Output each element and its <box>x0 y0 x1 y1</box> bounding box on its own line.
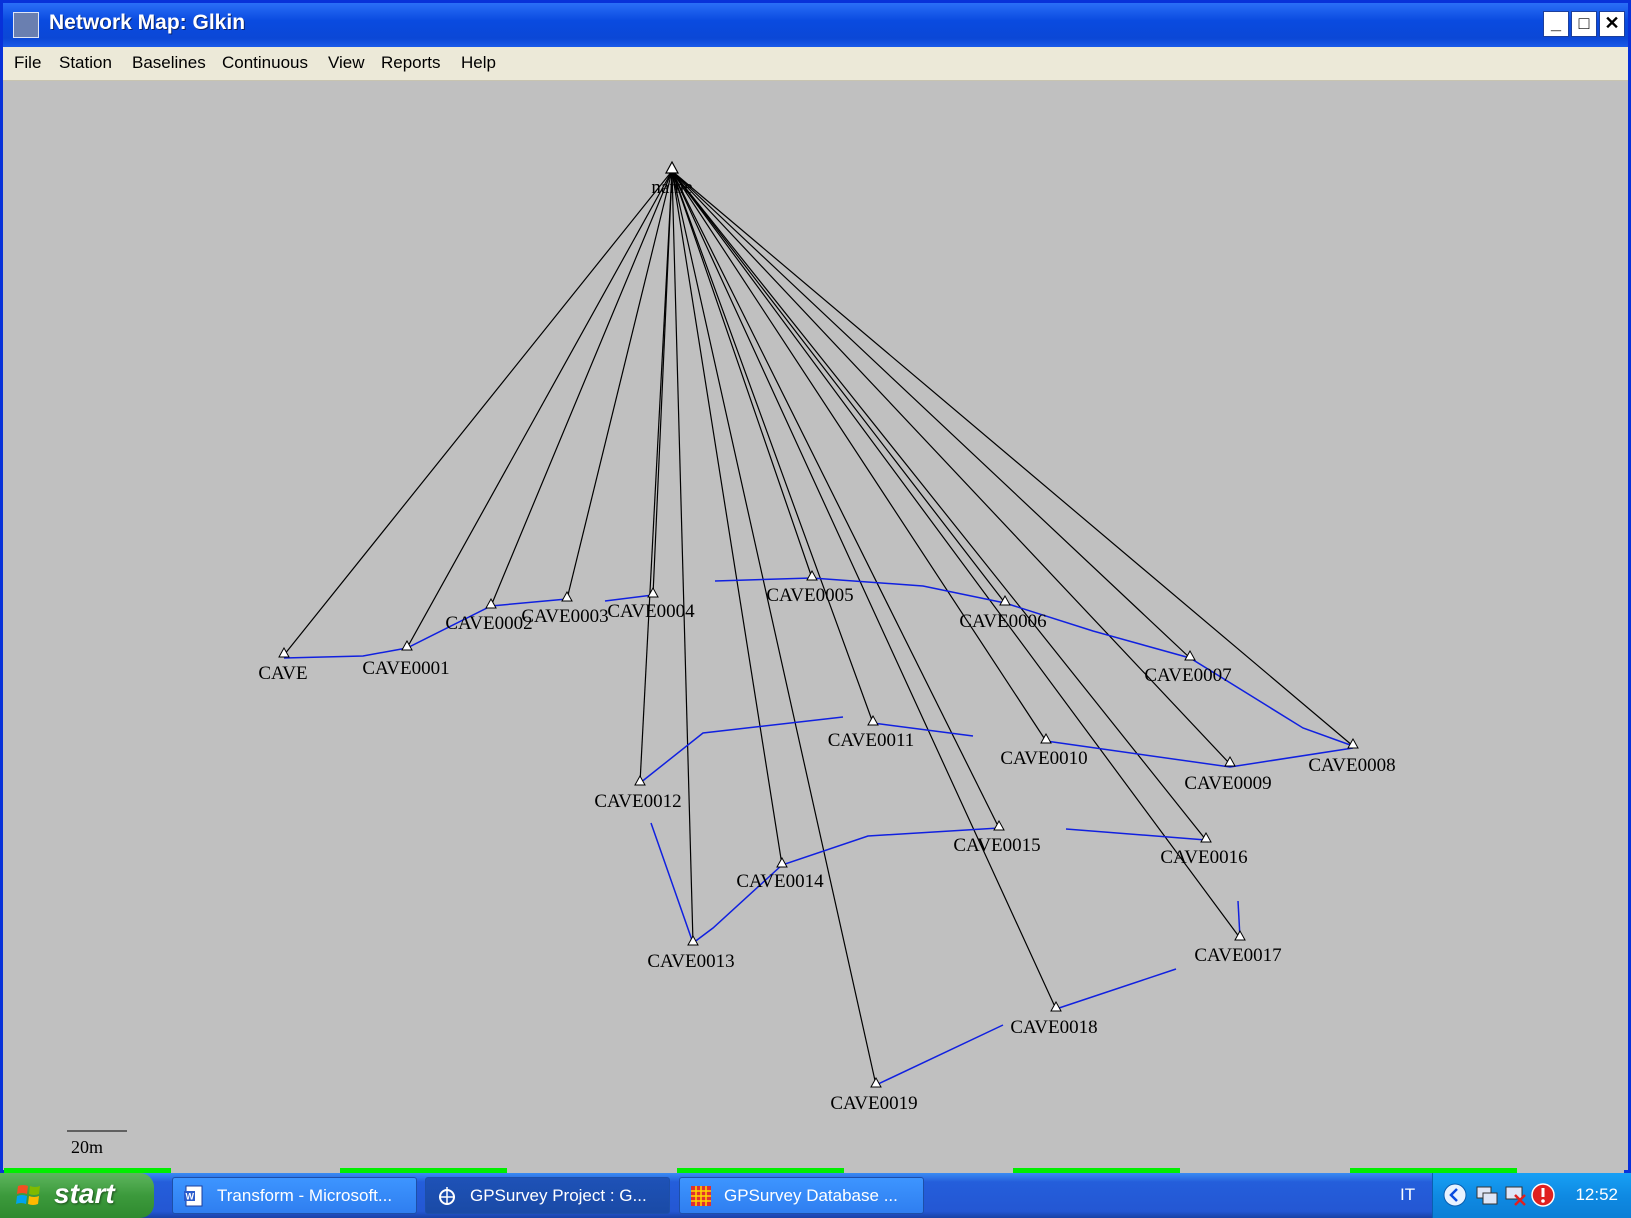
station-label-cave0007[interactable]: CAVE0007 <box>1144 665 1231 686</box>
station-marker-icon[interactable] <box>1224 755 1236 767</box>
baseline-cave0010[interactable] <box>671 170 1047 742</box>
station-marker-icon[interactable] <box>1050 1000 1062 1012</box>
baseline-cave0008[interactable] <box>671 170 1354 747</box>
menu-continuous[interactable]: Continuous <box>222 53 308 73</box>
close-button[interactable]: ✕ <box>1599 11 1625 37</box>
baseline-cave0007[interactable] <box>671 170 1191 659</box>
baseline-cave0011[interactable] <box>671 170 874 724</box>
station-marker-icon[interactable] <box>278 646 290 658</box>
taskbar: start W Transform - Microsoft... GPSurve… <box>0 1173 1631 1218</box>
continuous-track[interactable] <box>1065 828 1207 841</box>
task-label: GPSurvey Database ... <box>724 1186 898 1205</box>
baseline-cave0012[interactable] <box>639 170 673 784</box>
app-icon[interactable] <box>13 12 39 38</box>
menu-baselines[interactable]: Baselines <box>132 53 206 73</box>
station-label-cave0009[interactable]: CAVE0009 <box>1184 773 1271 794</box>
menu-file[interactable]: File <box>14 53 41 73</box>
continuous-track[interactable] <box>639 716 844 784</box>
baseline-cave0016[interactable] <box>671 170 1207 841</box>
station-label-cave0006[interactable]: CAVE0006 <box>959 611 1046 632</box>
continuous-track[interactable] <box>1045 740 1354 768</box>
title-bar[interactable]: Network Map: Glkin _ □ ✕ <box>3 3 1628 47</box>
continuous-track[interactable] <box>1055 968 1177 1010</box>
station-label-cave0008[interactable]: CAVE0008 <box>1308 755 1395 776</box>
station-marker-icon[interactable] <box>776 856 788 868</box>
svg-text:W: W <box>186 1192 195 1202</box>
station-label-cave0011[interactable]: CAVE0011 <box>828 730 915 751</box>
menu-station[interactable]: Station <box>59 53 112 73</box>
start-label: start <box>54 1178 115 1209</box>
station-label-cave0002[interactable]: CAVE0002 <box>445 613 532 634</box>
scale-label: 20m <box>71 1137 104 1157</box>
network-disconnected-icon[interactable] <box>1503 1183 1527 1207</box>
language-indicator[interactable]: IT <box>1400 1185 1415 1205</box>
station-marker-icon[interactable] <box>999 594 1011 606</box>
station-marker-icon[interactable] <box>561 590 573 602</box>
network-monitor-icon[interactable] <box>1475 1183 1499 1207</box>
baseline-cave0001[interactable] <box>406 170 673 649</box>
station-label-cave0012[interactable]: CAVE0012 <box>594 791 681 812</box>
system-tray: 12:52 <box>1432 1173 1631 1218</box>
network-map-svg[interactable]: CAVE CAVE0001 CAVE0002CAVE0003CAVE0004 CAVE… <box>7 81 1624 1173</box>
word-document-icon: W <box>184 1185 203 1207</box>
station-label-cave0005[interactable]: CAVE0005 <box>766 585 853 606</box>
network-map-window: Network Map: Glkin _ □ ✕ File Station Ba… <box>0 0 1631 1173</box>
maximize-button[interactable]: □ <box>1571 11 1597 37</box>
station-marker-icon[interactable] <box>806 569 818 581</box>
task-transform-word[interactable]: W Transform - Microsoft... <box>172 1177 417 1214</box>
station-label-cave0010[interactable]: CAVE0010 <box>1000 748 1087 769</box>
gpsurvey-icon <box>439 1187 455 1205</box>
menu-bar: File Station Baselines Continuous View R… <box>3 47 1628 81</box>
menu-help[interactable]: Help <box>461 53 496 73</box>
baseline-cave0005[interactable] <box>671 170 813 579</box>
baseline-cave0018[interactable] <box>671 170 1057 1010</box>
station-label-cave0001[interactable]: CAVE0001 <box>362 658 449 679</box>
station-label-cave0018[interactable]: CAVE0018 <box>1010 1017 1097 1038</box>
baseline-cave[interactable] <box>283 170 673 656</box>
start-button[interactable]: start <box>0 1173 154 1218</box>
menu-view[interactable]: View <box>328 53 365 73</box>
station-marker-icon[interactable] <box>993 819 1005 831</box>
station-label-cave[interactable]: CAVE <box>258 663 307 684</box>
station-marker-icon[interactable] <box>1200 831 1212 843</box>
station-marker-icon[interactable] <box>870 1076 882 1088</box>
station-label-cave0017[interactable]: CAVE0017 <box>1194 945 1281 966</box>
station-marker-icon[interactable] <box>485 597 497 609</box>
task-gpsurvey-database[interactable]: GPSurvey Database ... <box>679 1177 924 1214</box>
task-label: GPSurvey Project : G... <box>470 1186 647 1205</box>
central-station-icon[interactable] <box>664 160 680 174</box>
station-marker-icon[interactable] <box>867 714 879 726</box>
station-label-cave0016[interactable]: CAVE0016 <box>1160 847 1247 868</box>
clock: 12:52 <box>1575 1185 1618 1204</box>
station-label-cave0003[interactable]: CAVE0003 <box>521 606 608 627</box>
show-hidden-icons-icon[interactable] <box>1443 1183 1467 1207</box>
station-label-cave0013[interactable]: CAVE0013 <box>647 951 734 972</box>
windows-logo-icon <box>16 1185 40 1205</box>
station-label-cave0014[interactable]: CAVE0014 <box>736 871 824 892</box>
continuous-track[interactable] <box>875 1024 1004 1086</box>
baseline-cave0006[interactable] <box>671 170 1006 604</box>
station-label-cave0019[interactable]: CAVE0019 <box>830 1093 917 1114</box>
station-label-cave0015[interactable]: CAVE0015 <box>953 835 1040 856</box>
menu-reports[interactable]: Reports <box>381 53 441 73</box>
task-gpsurvey-project[interactable]: GPSurvey Project : G... <box>425 1177 670 1214</box>
minimize-button[interactable]: _ <box>1543 11 1569 37</box>
network-map-canvas[interactable]: CAVE CAVE0001 CAVE0002 CAVE0003 CAVE0004 CAVE… <box>7 81 1624 1173</box>
continuous-track[interactable] <box>650 822 1000 945</box>
window-title: Network Map: Glkin <box>49 11 246 34</box>
central-station-label[interactable]: name <box>651 177 692 198</box>
station-label-cave0004[interactable]: CAVE0004 <box>607 601 695 622</box>
database-grid-icon <box>691 1186 711 1206</box>
security-alert-icon[interactable] <box>1531 1183 1555 1207</box>
task-label: Transform - Microsoft... <box>217 1186 393 1205</box>
